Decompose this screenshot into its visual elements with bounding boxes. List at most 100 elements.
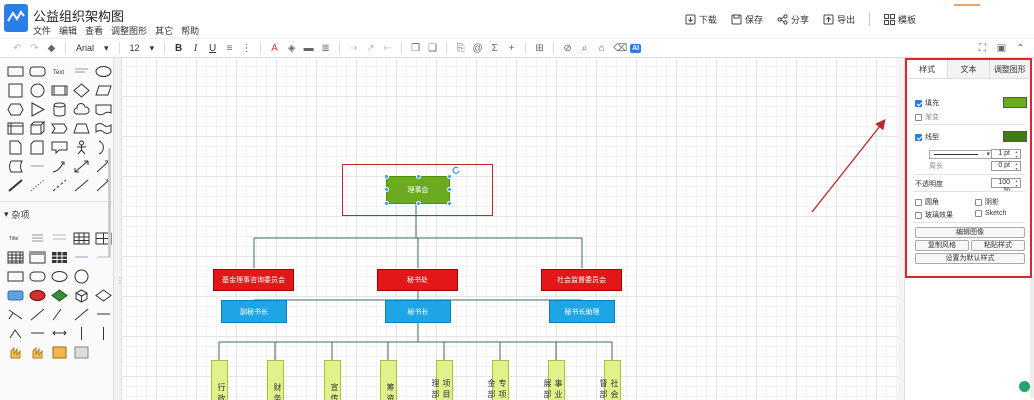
- line-width-input[interactable]: 1 pt: [991, 149, 1021, 159]
- diagram-canvas[interactable]: 理事会 基金理事咨询委员会 秘书处 社会监督委员会 副秘书长 秘书长 秘书长助理…: [122, 58, 898, 400]
- red-ellipse-shape[interactable]: [29, 288, 46, 303]
- link-shape[interactable]: [73, 307, 90, 322]
- tab-style[interactable]: 样式: [907, 60, 949, 78]
- resize-handle[interactable]: [384, 187, 389, 192]
- edit-image-button[interactable]: 编辑图像: [915, 227, 1025, 238]
- underline-button[interactable]: U: [207, 43, 218, 54]
- misc-section-header[interactable]: ▾ 杂项: [0, 201, 113, 221]
- sketch-checkbox[interactable]: [975, 210, 982, 217]
- blue-button-shape[interactable]: [7, 288, 24, 303]
- italic-button[interactable]: I: [190, 43, 201, 54]
- rounded-checkbox[interactable]: [915, 198, 922, 206]
- cube-shape[interactable]: [29, 121, 46, 136]
- line-color-swatch[interactable]: [1003, 131, 1027, 142]
- perimeter-input[interactable]: 0 pt: [991, 161, 1021, 171]
- data-storage-shape[interactable]: [7, 159, 24, 174]
- org-node-root[interactable]: 理事会: [386, 176, 450, 204]
- connector-shape[interactable]: [73, 178, 90, 193]
- actor-shape[interactable]: [73, 140, 90, 155]
- line-shape[interactable]: [7, 178, 24, 193]
- shadow-checkbox[interactable]: [975, 198, 982, 206]
- blank-shape[interactable]: [95, 269, 112, 284]
- double-arrow-shape[interactable]: [51, 326, 68, 341]
- glass-checkbox[interactable]: [915, 211, 922, 219]
- plus-icon[interactable]: +: [506, 43, 517, 54]
- align-icon[interactable]: ≡: [224, 43, 235, 54]
- org-node-assistant-secretary[interactable]: 秘书长助理: [549, 300, 615, 323]
- rotate-handle-icon[interactable]: [452, 166, 460, 174]
- hand-shape[interactable]: [7, 345, 24, 360]
- save-button[interactable]: 保存: [731, 13, 763, 26]
- trapezoid-shape[interactable]: [73, 121, 90, 136]
- label-shape[interactable]: [29, 159, 46, 174]
- export-button[interactable]: 导出: [823, 13, 855, 26]
- resize-handle[interactable]: [447, 201, 452, 206]
- parallelogram-shape[interactable]: [95, 83, 112, 98]
- font-size-select[interactable]: 12 ▾: [128, 43, 157, 54]
- org-node-secretary-general[interactable]: 秘书长: [385, 300, 451, 323]
- org-node-supervisory-committee[interactable]: 社会监督委员会: [541, 269, 622, 291]
- gradient-checkbox[interactable]: [915, 113, 922, 121]
- resize-handle[interactable]: [447, 174, 452, 179]
- panel-scrollbar[interactable]: [1030, 278, 1034, 398]
- rect-outline-shape[interactable]: [7, 269, 24, 284]
- opacity-input[interactable]: 100 %: [991, 178, 1021, 194]
- org-node-department[interactable]: 专项基金部: [487, 360, 509, 400]
- status-indicator-dot[interactable]: [1019, 381, 1030, 392]
- fill-color-icon[interactable]: ◈: [286, 43, 297, 54]
- table-header-shape[interactable]: [29, 250, 46, 265]
- circle-outline-shape[interactable]: [73, 269, 90, 284]
- trash-icon[interactable]: ⌫: [613, 43, 627, 54]
- card-shape[interactable]: [29, 140, 46, 155]
- line-pattern-select[interactable]: [929, 150, 993, 159]
- dotted-line-shape[interactable]: [51, 178, 68, 193]
- download-button[interactable]: 下载: [685, 13, 717, 26]
- square-shape[interactable]: [7, 83, 24, 98]
- line-start-icon[interactable]: ⇠: [382, 43, 393, 54]
- hand-shape-2[interactable]: [29, 345, 46, 360]
- fullscreen-icon[interactable]: ⛶: [977, 43, 988, 54]
- document-title[interactable]: 公益组织架构图: [33, 6, 124, 25]
- document-shape[interactable]: [95, 102, 112, 117]
- misc-blank-shape[interactable]: [95, 345, 112, 360]
- hexagon-shape[interactable]: [7, 102, 24, 117]
- sidebar-scrollbar[interactable]: [108, 148, 111, 258]
- list-shape[interactable]: [29, 231, 46, 246]
- table-shape[interactable]: [73, 231, 90, 246]
- waypoint-icon[interactable]: ↗: [365, 43, 376, 54]
- lock-icon[interactable]: ⌂: [596, 43, 607, 54]
- fill-checkbox[interactable]: [915, 99, 922, 107]
- textbox-shape[interactable]: [73, 64, 90, 79]
- format-panel-toggle-icon[interactable]: ▣: [996, 43, 1007, 54]
- cloud-shape[interactable]: [73, 102, 90, 117]
- resize-handle[interactable]: [416, 201, 421, 206]
- tab-arrange[interactable]: 调整图形: [989, 60, 1030, 78]
- table-icon[interactable]: ⊞: [534, 43, 545, 54]
- set-default-style-button[interactable]: 设置为默认样式: [915, 253, 1025, 264]
- h-line-shape[interactable]: [29, 326, 46, 341]
- internal-storage-shape[interactable]: [7, 121, 24, 136]
- down-arrow-shape[interactable]: [7, 326, 24, 341]
- menu-file[interactable]: 文件: [33, 24, 51, 37]
- resize-handle[interactable]: [384, 201, 389, 206]
- tab-text[interactable]: 文本: [948, 60, 990, 78]
- title-text-shape[interactable]: Title: [7, 231, 24, 246]
- step-shape[interactable]: [51, 121, 68, 136]
- callout-shape[interactable]: [51, 140, 68, 155]
- template-button[interactable]: 模板: [883, 13, 916, 26]
- bullet-list-shape[interactable]: [51, 231, 68, 246]
- line-color-icon[interactable]: ▬: [303, 43, 314, 54]
- org-node-advisory-committee[interactable]: 基金理事咨询委员会: [213, 269, 294, 291]
- to-back-icon[interactable]: ❑: [427, 43, 438, 54]
- line-style-icon[interactable]: ≣: [320, 43, 331, 54]
- oval-shape[interactable]: [51, 269, 68, 284]
- sidebar-splitter[interactable]: ⋮: [114, 58, 124, 400]
- org-node-department[interactable]: 项目管理部: [431, 360, 453, 400]
- lightning-shape[interactable]: [7, 307, 24, 322]
- connector-icon[interactable]: ⇢: [348, 43, 359, 54]
- bold-button[interactable]: B: [173, 43, 184, 54]
- link-icon[interactable]: ⎘: [455, 43, 466, 54]
- diamond-outline-shape[interactable]: [95, 288, 112, 303]
- style-icon[interactable]: ⊘: [562, 43, 573, 54]
- 3d-box-shape[interactable]: [73, 288, 90, 303]
